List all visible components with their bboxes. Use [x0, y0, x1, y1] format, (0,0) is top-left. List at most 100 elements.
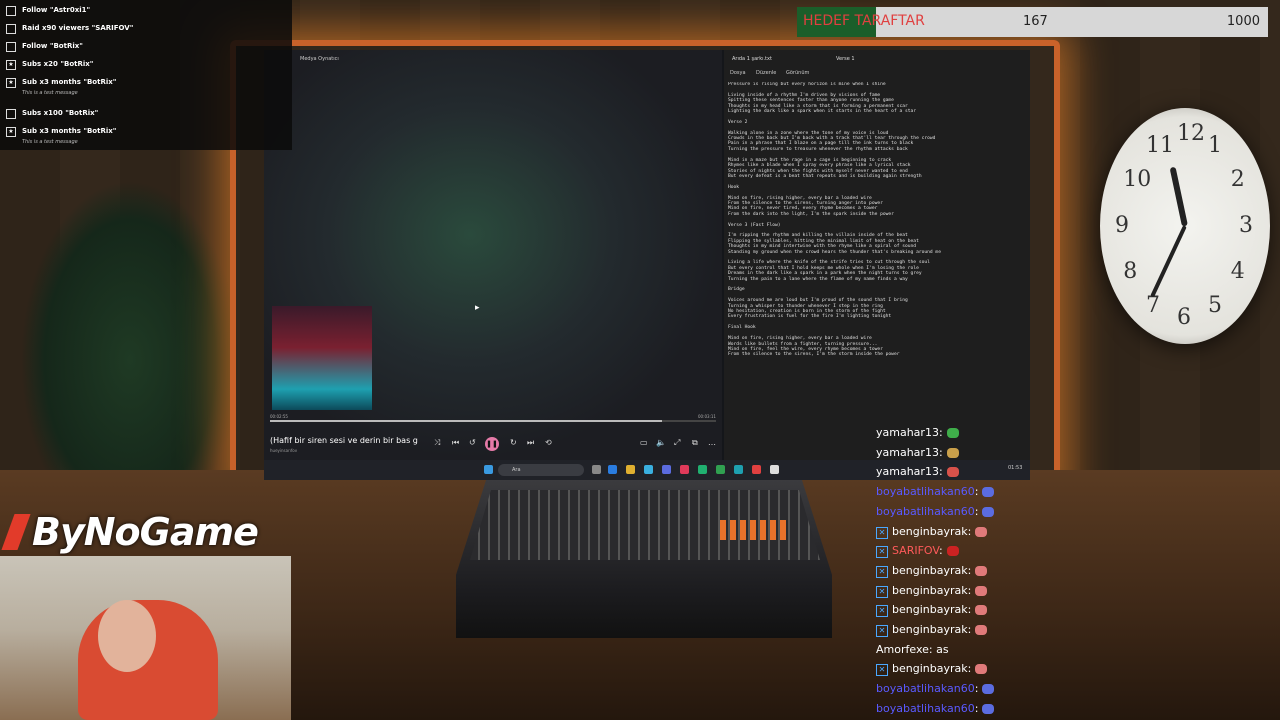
- chat-text: :: [974, 504, 979, 518]
- emote-icon: [946, 467, 959, 478]
- emote-icon: [982, 684, 995, 695]
- chat-username[interactable]: boyabatlihakan60: [876, 682, 975, 695]
- alert-item: Raid x90 viewers "SARIFOV": [0, 20, 292, 38]
- song-artist: hueyinsarıfov: [270, 448, 298, 453]
- volume-icon[interactable]: 🔈: [656, 438, 666, 447]
- notepad-window: Arıda 1 şarkı.txt Verse 1 Dosya Düzenle …: [724, 50, 1030, 460]
- chat-username[interactable]: benginbayrak: [892, 662, 968, 675]
- chat-username[interactable]: Amorfexe: [876, 643, 929, 656]
- alert-text: Raid x90 viewers "SARIFOV": [22, 24, 134, 32]
- goal-target: 1000: [1226, 14, 1260, 29]
- chat-username[interactable]: benginbayrak: [892, 584, 968, 597]
- chat-message: ✕ benginbayrak:: [876, 525, 988, 539]
- alert-item: ★ Sub x3 months "BotRix" This is a test me…: [0, 123, 292, 145]
- clock-number: 4: [1230, 259, 1245, 284]
- chat-text: :: [938, 426, 943, 439]
- chat-username[interactable]: benginbayrak: [892, 564, 968, 577]
- checkbox-icon: [6, 24, 16, 34]
- chat-username[interactable]: yamahar13: [876, 446, 939, 459]
- alert-item: ★ Subs x20 "BotRix": [0, 56, 292, 74]
- alert-text: Follow "BotRix": [22, 42, 83, 50]
- emote-icon: [982, 487, 995, 498]
- next-icon[interactable]: ⏭: [527, 438, 534, 448]
- store-icon[interactable]: [644, 465, 653, 474]
- emote-icon: [982, 506, 995, 517]
- menu-file[interactable]: Dosya: [730, 70, 746, 76]
- app4-icon[interactable]: [752, 465, 761, 474]
- alert-subtext: This is a test message: [22, 139, 78, 145]
- chat-message: boyabatlihakan60:: [876, 702, 995, 715]
- chat-username[interactable]: benginbayrak: [892, 623, 968, 636]
- moderator-badge-icon: ✕: [876, 526, 888, 539]
- chat-username[interactable]: benginbayrak: [892, 603, 968, 616]
- emote-icon: [946, 447, 959, 458]
- clock-hour-hand: [1169, 166, 1188, 227]
- chat-username[interactable]: yamahar13: [876, 465, 939, 478]
- shuffle-icon[interactable]: ⤨: [434, 438, 440, 448]
- obs-icon[interactable]: [770, 465, 779, 474]
- star-icon: ★: [6, 60, 16, 70]
- emote-icon: [975, 625, 988, 635]
- chat-username[interactable]: benginbayrak: [892, 525, 968, 538]
- chat-username[interactable]: yamahar13: [876, 426, 939, 439]
- taskbar-search[interactable]: Ara: [498, 464, 584, 476]
- spotify-icon[interactable]: [698, 465, 707, 474]
- menu-edit[interactable]: Düzenle: [756, 70, 776, 76]
- media-player-title: Medya Oynatıcı: [300, 56, 339, 62]
- chat-message: yamahar13:: [876, 426, 959, 439]
- edge-icon[interactable]: [608, 465, 617, 474]
- menu-view[interactable]: Görünüm: [786, 70, 809, 76]
- alert-text: Sub x3 months "BotRix": [22, 78, 117, 86]
- goal-current: 167: [1023, 14, 1048, 29]
- channel-logo: ByNoGame: [32, 510, 259, 554]
- lyrics-text[interactable]: Pressure is rising but every horizon is …: [728, 82, 1028, 452]
- repeat-icon[interactable]: ⟲: [545, 438, 552, 447]
- mouse-cursor-icon: ▸: [475, 303, 480, 313]
- chat-text: :: [938, 465, 943, 479]
- checkbox-icon: [6, 6, 16, 16]
- emote-icon: [975, 526, 988, 537]
- clock-number: 3: [1239, 213, 1253, 238]
- start-icon[interactable]: [484, 465, 493, 474]
- app2-icon[interactable]: [716, 465, 725, 474]
- song-title: (Hafif bir siren sesi ve derin bir bas g: [270, 436, 418, 445]
- clock-number: 11: [1146, 133, 1174, 159]
- task-view-icon[interactable]: [592, 465, 601, 474]
- forward-icon[interactable]: ↻: [510, 438, 517, 447]
- discord-icon[interactable]: [662, 465, 671, 474]
- clock-minute-hand: [1150, 225, 1187, 298]
- moderator-badge-icon: ✕: [876, 664, 888, 677]
- emote-icon: [975, 605, 988, 616]
- chat-message: ✕ benginbayrak:: [876, 584, 988, 598]
- chat-username[interactable]: boyabatlihakan60: [876, 485, 975, 498]
- notepad-tab-file[interactable]: Arıda 1 şarkı.txt: [732, 56, 772, 62]
- clock-number: 1: [1208, 133, 1222, 159]
- app3-icon[interactable]: [734, 465, 743, 474]
- chat-message: yamahar13:: [876, 446, 959, 459]
- chat-username[interactable]: boyabatlihakan60: [876, 702, 975, 715]
- fullscreen-icon[interactable]: ⤢: [674, 438, 680, 448]
- checkbox-icon: [6, 109, 16, 119]
- emote-icon: [975, 664, 988, 675]
- alert-text: Follow "Astr0xi1": [22, 6, 91, 14]
- caption-icon[interactable]: ▭: [640, 438, 648, 447]
- more-icon[interactable]: …: [708, 438, 716, 447]
- seek-bar-progress: [270, 420, 662, 422]
- star-icon: ★: [6, 127, 16, 137]
- explorer-icon[interactable]: [626, 465, 635, 474]
- clock-number: 10: [1123, 167, 1152, 192]
- emote-icon: [975, 565, 988, 576]
- notepad-tab-verse[interactable]: Verse 1: [836, 56, 855, 62]
- rewind-icon[interactable]: ↺: [469, 438, 476, 447]
- chat-message: boyabatlihakan60:: [876, 485, 995, 498]
- emote-icon: [982, 703, 995, 714]
- pause-button[interactable]: ❚❚: [485, 437, 499, 451]
- previous-icon[interactable]: ⏮: [452, 438, 459, 448]
- chat-overlay: yamahar13: yamahar13: yamahar13: boyabatlih…: [876, 414, 996, 720]
- miniplayer-icon[interactable]: ⧉: [692, 438, 698, 448]
- clock-number: 8: [1123, 259, 1138, 284]
- chat-username[interactable]: boyabatlihakan60: [876, 505, 975, 518]
- chat-text: :: [967, 662, 972, 676]
- app-icon[interactable]: [680, 465, 689, 474]
- chat-username[interactable]: SARIFOV: [892, 544, 939, 557]
